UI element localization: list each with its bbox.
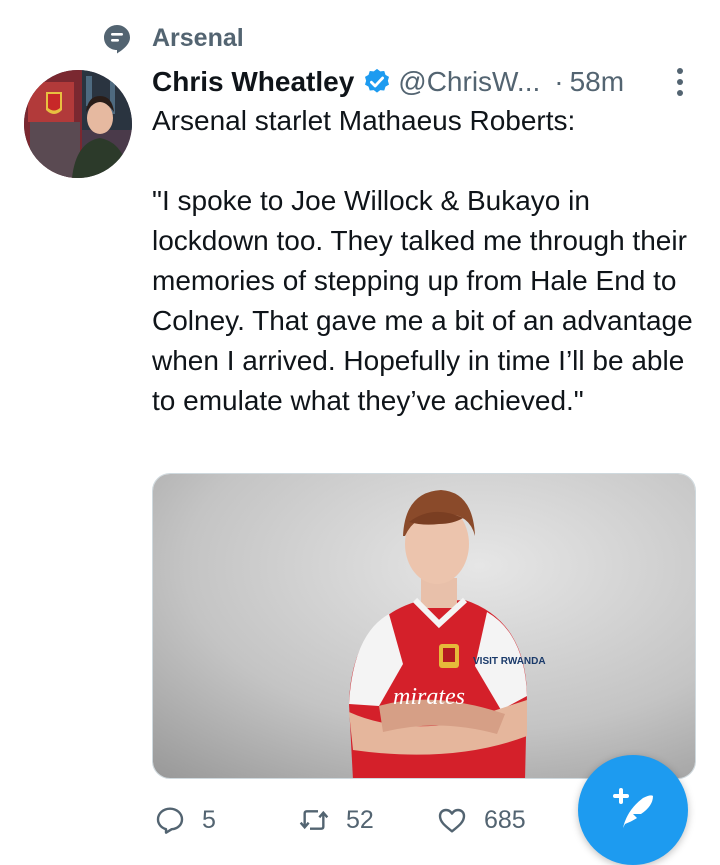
compose-icon bbox=[613, 788, 653, 828]
like-button[interactable]: 685 bbox=[436, 800, 526, 840]
retweet-button[interactable]: 52 bbox=[298, 800, 374, 840]
author-name[interactable]: Chris Wheatley bbox=[152, 66, 354, 98]
avatar[interactable] bbox=[24, 70, 132, 178]
like-icon bbox=[438, 808, 466, 833]
more-dot bbox=[677, 68, 683, 74]
retweet-icon bbox=[299, 810, 329, 830]
topic-context[interactable]: Arsenal bbox=[100, 22, 244, 56]
reply-icon bbox=[156, 807, 184, 834]
reply-count: 5 bbox=[202, 805, 216, 834]
tweet-header: Chris Wheatley @ChrisW... · 58m bbox=[152, 62, 624, 102]
tweet-text: Arsenal starlet Mathaeus Roberts: "I spo… bbox=[152, 105, 693, 416]
like-count: 685 bbox=[484, 805, 526, 834]
more-icon[interactable] bbox=[668, 66, 692, 98]
shirt-sponsor-text: mirates bbox=[393, 684, 465, 710]
topic-icon bbox=[100, 22, 134, 56]
more-dot bbox=[677, 90, 683, 96]
more-dot bbox=[677, 79, 683, 85]
tweet-timestamp[interactable]: 58m bbox=[570, 66, 624, 98]
sleeve-text: VISIT RWANDA bbox=[473, 656, 546, 667]
reply-button[interactable]: 5 bbox=[154, 800, 216, 840]
compose-button[interactable] bbox=[578, 755, 688, 865]
tweet-media-photo[interactable]: mirates VISIT RWANDA bbox=[152, 473, 696, 779]
retweet-count: 52 bbox=[346, 805, 374, 834]
topic-label: Arsenal bbox=[152, 24, 244, 52]
author-handle[interactable]: @ChrisW... bbox=[398, 66, 540, 98]
separator-dot: · bbox=[554, 66, 564, 97]
verified-icon bbox=[365, 68, 390, 93]
